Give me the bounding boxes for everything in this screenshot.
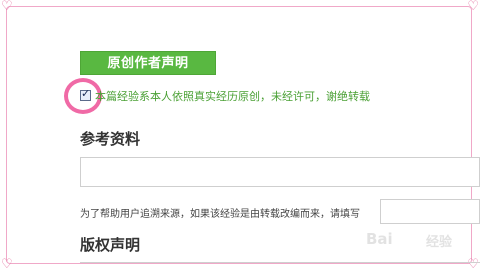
declaration-checkbox[interactable] bbox=[80, 87, 91, 101]
copyright-title: 版权声明 bbox=[80, 236, 141, 254]
source-hint: 为了帮助用户追溯来源，如果该经验是由转载改编而来，请填写 bbox=[80, 209, 360, 220]
corner-heart-icon: ♡ bbox=[1, 0, 13, 14]
corner-heart-icon: ♡ bbox=[1, 257, 13, 272]
decorative-frame bbox=[6, 6, 472, 264]
corner-heart-icon: ♡ bbox=[467, 0, 479, 14]
references-title: 参考资料 bbox=[80, 130, 141, 148]
source-input[interactable] bbox=[380, 199, 480, 224]
reference-input[interactable] bbox=[80, 157, 480, 187]
original-author-declaration-button[interactable]: 原创作者声明 bbox=[80, 51, 216, 75]
declaration-text: 本篇经验系本人依照真实经历原创，未经许可，谢绝转载 bbox=[95, 90, 370, 103]
baidu-watermark: Bai 经验 bbox=[366, 228, 466, 252]
watermark-sub: 经验 bbox=[426, 235, 453, 250]
copyright-field[interactable] bbox=[80, 262, 480, 274]
watermark-brand: Bai bbox=[366, 230, 393, 248]
